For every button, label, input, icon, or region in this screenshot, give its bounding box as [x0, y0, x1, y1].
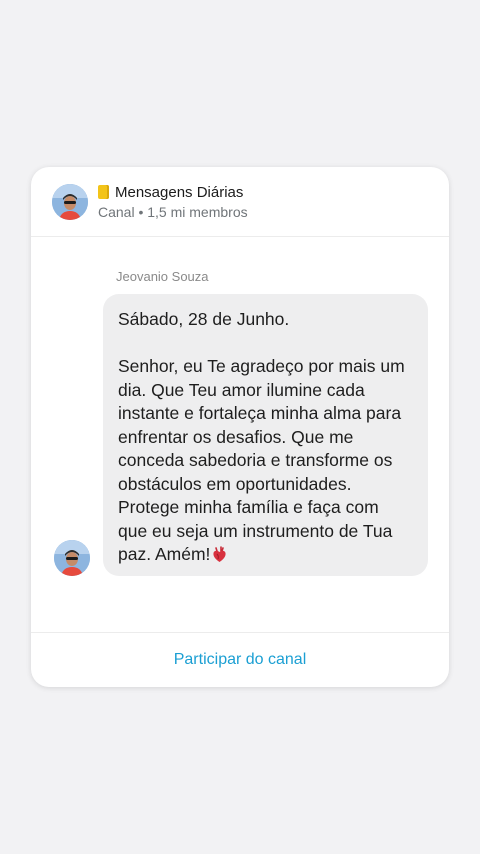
- ledger-icon: [98, 185, 109, 199]
- anatomical-heart-icon: [213, 546, 226, 562]
- message-bubble[interactable]: Sábado, 28 de Junho. Senhor, eu Te agrad…: [103, 294, 428, 576]
- message-sender: Jeovanio Souza: [116, 269, 209, 284]
- channel-subtitle: Canal • 1,5 mi membros: [98, 204, 248, 220]
- message-date-line: Sábado, 28 de Junho.: [118, 309, 290, 329]
- channel-name: Mensagens Diárias: [115, 184, 244, 201]
- channel-title: Mensagens Diárias: [98, 184, 243, 201]
- message-text: Senhor, eu Te agradeço por mais um dia. …: [118, 355, 412, 567]
- sender-avatar[interactable]: [54, 540, 90, 576]
- channel-header[interactable]: Mensagens Diárias Canal • 1,5 mi membros: [31, 167, 449, 237]
- card-footer: Participar do canal: [31, 632, 449, 687]
- channel-preview-card: Mensagens Diárias Canal • 1,5 mi membros…: [31, 167, 449, 687]
- channel-avatar[interactable]: [52, 184, 88, 220]
- join-channel-button[interactable]: Participar do canal: [174, 651, 307, 669]
- message-body: Senhor, eu Te agradeço por mais um dia. …: [118, 356, 405, 564]
